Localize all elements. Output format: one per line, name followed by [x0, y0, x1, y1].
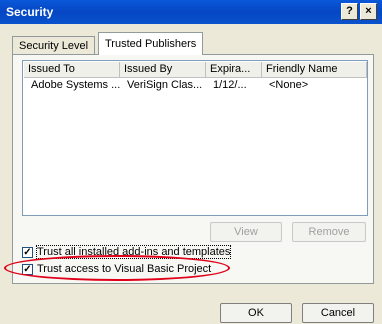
cell-expiration: 1/12/...: [213, 79, 247, 91]
title-bar: Security ? ×: [0, 0, 382, 24]
cell-friendly-name: <None>: [269, 79, 309, 91]
cancel-button[interactable]: Cancel: [302, 303, 374, 323]
remove-button[interactable]: Remove: [292, 222, 366, 242]
tab-trusted-publishers[interactable]: Trusted Publishers: [98, 32, 204, 55]
tab-security-level[interactable]: Security Level: [12, 36, 96, 55]
column-header-issued-by[interactable]: Issued By: [120, 62, 206, 78]
window-title: Security: [6, 5, 54, 19]
ok-button[interactable]: OK: [220, 303, 292, 323]
publisher-list[interactable]: Issued To Issued By Expira... Friendly N…: [22, 60, 368, 216]
view-button[interactable]: View: [210, 222, 282, 242]
trust-addins-checkbox[interactable]: ✓: [22, 247, 33, 258]
cell-issued-to: Adobe Systems ...: [31, 79, 121, 91]
column-header-issued-to[interactable]: Issued To: [24, 62, 120, 78]
cell-issued-by: VeriSign Clas...: [127, 79, 203, 91]
column-header-expiration[interactable]: Expira...: [206, 62, 262, 78]
close-button[interactable]: ×: [360, 3, 377, 20]
highlight-oval: [4, 255, 230, 281]
help-button[interactable]: ?: [341, 3, 358, 20]
column-header-friendly-name[interactable]: Friendly Name: [262, 62, 367, 78]
